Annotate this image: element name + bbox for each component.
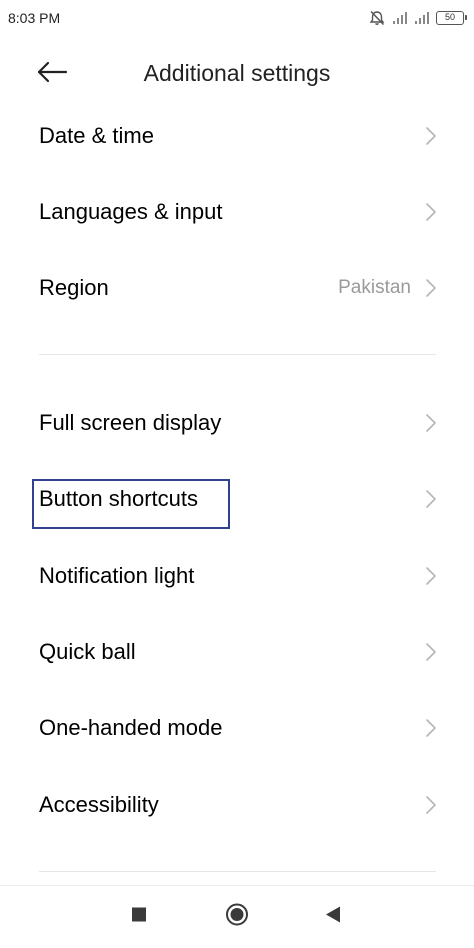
setting-button-shortcuts[interactable]: Button shortcuts: [0, 461, 474, 537]
chevron-right-icon: [424, 795, 438, 815]
signal-icon: [392, 11, 408, 25]
setting-date-time[interactable]: Date & time: [0, 98, 474, 174]
chevron-right-icon: [424, 202, 438, 222]
signal-icon: [414, 11, 430, 25]
setting-label: One-handed mode: [39, 715, 223, 740]
nav-back-button[interactable]: [325, 906, 341, 929]
status-icons: 50: [368, 8, 467, 28]
header: Additional settings: [0, 50, 474, 98]
circle-home-icon: [225, 903, 249, 932]
setting-label: Button shortcuts: [39, 486, 198, 511]
setting-languages-input[interactable]: Languages & input: [0, 174, 474, 250]
chevron-right-icon: [424, 126, 438, 146]
setting-label: Languages & input: [39, 199, 223, 224]
setting-region[interactable]: Region Pakistan: [0, 250, 474, 326]
chevron-right-icon: [424, 413, 438, 433]
navigation-bar: [0, 885, 474, 948]
home-button[interactable]: [225, 903, 249, 932]
battery-icon: 50: [436, 11, 467, 25]
chevron-right-icon: [424, 489, 438, 509]
recents-button[interactable]: [131, 907, 147, 928]
section-divider: [39, 354, 436, 355]
status-time: 8:03 PM: [8, 10, 61, 26]
setting-label: Notification light: [39, 563, 195, 588]
chevron-right-icon: [424, 278, 438, 298]
setting-label: Region: [39, 275, 109, 300]
setting-value: Pakistan: [338, 277, 411, 298]
setting-notification-light[interactable]: Notification light: [0, 538, 474, 614]
setting-accessibility[interactable]: Accessibility: [0, 767, 474, 843]
setting-one-handed-mode[interactable]: One-handed mode: [0, 690, 474, 766]
triangle-back-icon: [325, 906, 341, 929]
setting-label: Accessibility: [39, 792, 159, 817]
setting-label: Quick ball: [39, 639, 136, 664]
page-title: Additional settings: [143, 60, 331, 86]
setting-label: Full screen display: [39, 410, 222, 435]
battery-level: 50: [444, 12, 455, 22]
chevron-right-icon: [424, 566, 438, 586]
square-recents-icon: [131, 907, 147, 928]
chevron-right-icon: [424, 718, 438, 738]
status-bar: 8:03 PM 50: [0, 0, 474, 36]
setting-quick-ball[interactable]: Quick ball: [0, 614, 474, 690]
setting-label: Date & time: [39, 123, 154, 148]
setting-full-screen-display[interactable]: Full screen display: [0, 385, 474, 461]
alarm-off-icon: [368, 9, 386, 27]
chevron-right-icon: [424, 642, 438, 662]
section-divider: [39, 871, 436, 872]
